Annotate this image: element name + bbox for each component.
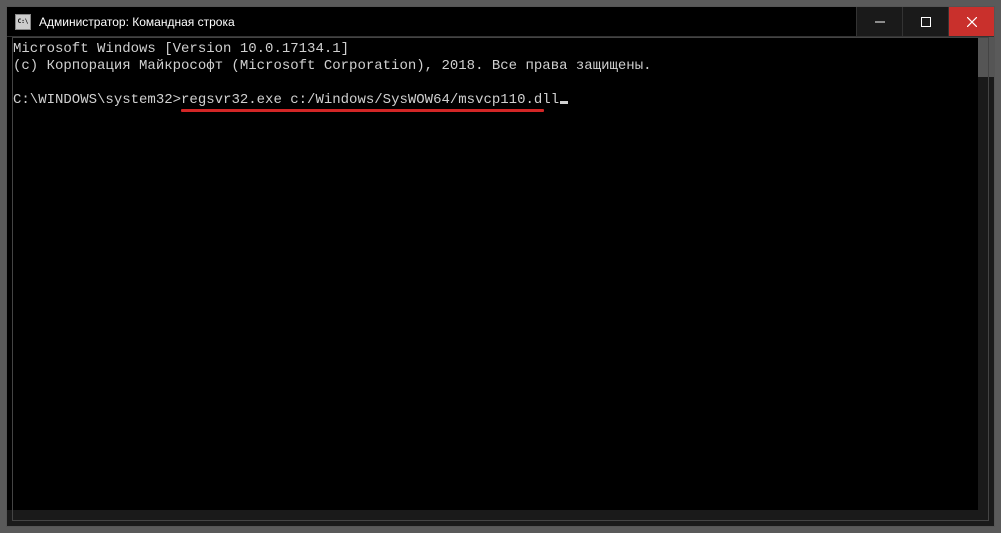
version-line: Microsoft Windows [Version 10.0.17134.1] [13,41,349,57]
minimize-button[interactable] [856,7,902,36]
maximize-button[interactable] [902,7,948,36]
text-cursor [560,101,568,104]
copyright-line: (c) Корпорация Майкрософт (Microsoft Cor… [13,58,652,74]
horizontal-scrollbar[interactable] [7,510,994,526]
window-controls [856,7,994,36]
scroll-thumb[interactable] [978,37,994,77]
command-prompt-window: C:\ Администратор: Командная строка Micr… [6,6,995,527]
command-text: regsvr32.exe c:/Windows/SysWOW64/msvcp11… [181,92,568,108]
window-title: Администратор: Командная строка [39,15,856,29]
vertical-scrollbar[interactable] [978,37,994,510]
cmd-icon-label: C:\ [18,19,29,25]
terminal-content-area[interactable]: Microsoft Windows [Version 10.0.17134.1]… [7,37,994,526]
titlebar[interactable]: C:\ Администратор: Командная строка [7,7,994,37]
highlight-underline [181,109,544,112]
terminal-output[interactable]: Microsoft Windows [Version 10.0.17134.1]… [7,37,978,510]
prompt-prefix: C:\WINDOWS\system32> [13,92,181,108]
cmd-icon: C:\ [15,14,31,30]
close-button[interactable] [948,7,994,36]
